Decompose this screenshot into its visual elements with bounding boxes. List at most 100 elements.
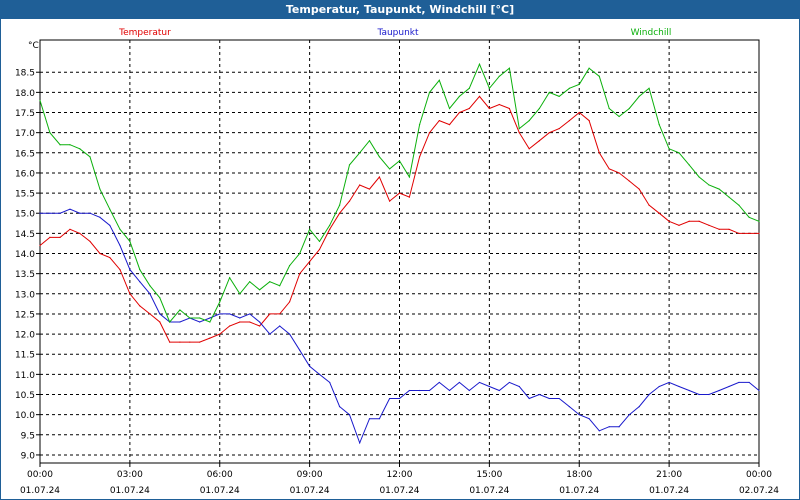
data-point-temperatur [578,111,580,114]
data-point-temperatur [738,232,740,234]
data-point-windchill [368,140,371,142]
y-tick-label: 14.0 [15,250,35,260]
data-point-temperatur [139,305,141,307]
data-point-windchill [309,228,311,230]
data-point-temperatur [758,232,760,234]
data-point-temperatur [149,313,151,315]
data-point-taupunkt [448,389,451,392]
data-point-taupunkt [288,333,291,335]
data-point-windchill [109,208,111,210]
data-point-windchill [69,144,71,146]
data-point-temperatur [748,232,750,234]
data-point-windchill [598,75,600,77]
data-point-taupunkt [518,385,520,388]
data-point-temperatur [39,244,41,247]
data-point-taupunkt [348,414,351,416]
data-point-windchill [658,124,660,126]
data-point-taupunkt [199,321,201,323]
data-point-windchill [468,87,470,89]
x-tick-time: 00:00 [27,470,53,480]
y-tick-label: 9.5 [21,431,35,441]
data-point-temperatur [588,119,590,122]
data-point-taupunkt [389,397,391,400]
data-point-windchill [488,87,490,89]
y-tick-label: 12.5 [15,310,35,320]
data-point-windchill [179,309,181,311]
data-point-taupunkt [209,317,211,319]
y-axis-unit: °C [28,41,39,51]
data-point-windchill [299,252,301,255]
data-point-windchill [608,107,610,110]
data-point-windchill [329,224,331,226]
x-tick-time: 09:00 [297,470,323,480]
line-chart: 9.0 9.5 10.0 10.5 11.0 11.5 12.0 12.5 13.0 13.5 14… [15,28,779,496]
data-point-taupunkt [239,317,241,319]
data-point-taupunkt [59,212,61,214]
x-tick-time: 15:00 [476,470,502,480]
data-point-temperatur [348,200,351,202]
x-tick-time: 06:00 [207,470,233,480]
data-point-windchill [508,67,511,69]
data-point-temperatur [528,148,530,150]
data-point-taupunkt [458,381,461,384]
y-tick-label: 17.5 [15,109,35,119]
data-point-temperatur [229,325,231,327]
data-point-taupunkt [279,325,281,327]
data-point-taupunkt [558,397,560,400]
data-point-windchill [438,79,440,81]
data-point-taupunkt [528,397,530,400]
data-point-taupunkt [258,321,261,323]
data-point-windchill [258,289,261,291]
data-point-taupunkt [159,313,161,315]
data-point-windchill [588,67,590,69]
data-point-windchill [359,152,361,154]
data-point-temperatur [488,107,490,110]
y-tick-label: 14.5 [15,230,35,240]
data-point-windchill [378,156,381,158]
data-point-windchill [738,204,740,206]
y-tick-label: 15.0 [15,210,35,220]
data-point-temperatur [628,180,630,182]
data-point-temperatur [189,341,191,343]
data-point-temperatur [49,236,51,238]
data-point-temperatur [359,184,361,186]
data-point-windchill [558,95,560,97]
x-tick-date: 01.07.24 [379,486,419,496]
data-point-taupunkt [398,397,401,400]
data-point-taupunkt [728,385,730,388]
data-point-taupunkt [79,212,81,214]
data-point-windchill [398,160,401,162]
data-point-taupunkt [758,389,760,392]
data-point-taupunkt [418,389,421,392]
data-point-temperatur [299,273,301,275]
x-tick-date: 01.07.24 [200,486,240,496]
data-point-taupunkt [39,212,41,214]
x-tick-date: 01.07.24 [469,486,509,496]
data-point-taupunkt [608,426,610,428]
data-point-taupunkt [538,393,541,396]
data-point-windchill [219,301,221,303]
data-point-temperatur [718,228,720,230]
y-tick-label: 11.5 [15,351,35,361]
data-point-windchill [688,164,690,166]
y-tick-label: 18.0 [15,89,35,99]
data-point-taupunkt [229,313,231,315]
data-point-windchill [568,87,570,89]
data-point-taupunkt [69,208,71,210]
data-point-temperatur [199,341,201,343]
data-point-temperatur [428,132,431,134]
data-point-temperatur [498,103,500,106]
data-point-windchill [139,269,141,271]
data-point-temperatur [288,301,291,303]
data-point-temperatur [59,236,61,238]
data-point-windchill [618,115,620,118]
data-point-windchill [628,107,630,110]
data-point-taupunkt [338,406,341,408]
data-point-windchill [338,204,341,206]
legend-temperatur: Temperatur [118,28,171,38]
data-point-taupunkt [129,269,131,271]
data-point-taupunkt [89,212,91,214]
data-point-taupunkt [249,313,251,315]
data-point-windchill [79,148,81,150]
data-point-temperatur [658,212,660,214]
